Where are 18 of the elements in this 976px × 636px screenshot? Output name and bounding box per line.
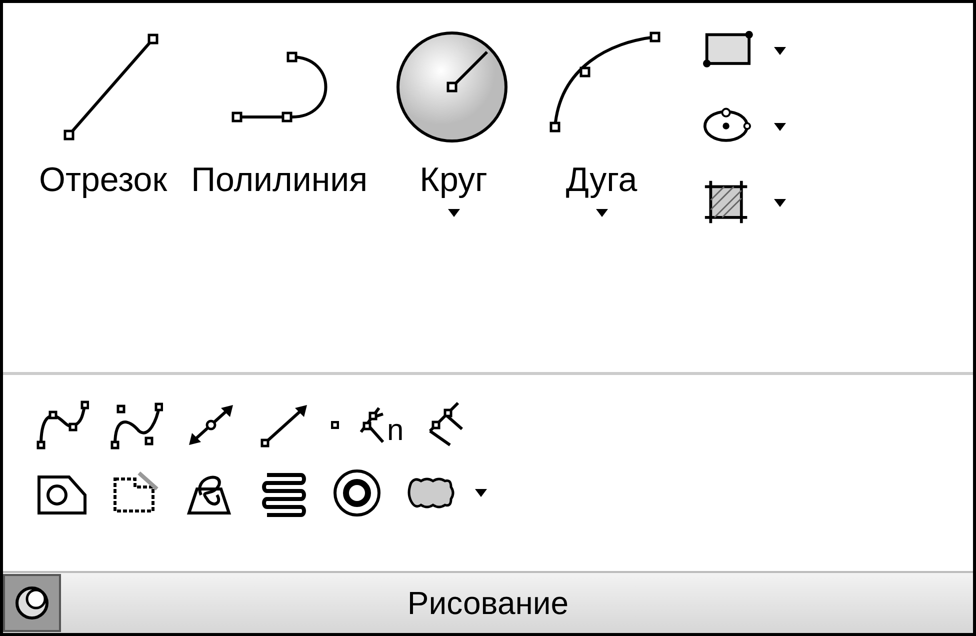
spline-icon: [35, 399, 89, 451]
panel-launcher-button[interactable]: [3, 574, 61, 632]
tool-button[interactable]: Круг: [388, 27, 520, 221]
caret-icon: [596, 209, 608, 217]
tool-button[interactable]: [35, 399, 89, 451]
panel-title: Рисование: [406, 584, 570, 623]
caret-icon: [774, 47, 786, 55]
caret-icon: [448, 209, 460, 217]
tool-button[interactable]: n: [359, 404, 404, 446]
caret-icon: [774, 123, 786, 131]
tool-button[interactable]: [331, 421, 339, 429]
caret-icon: [774, 199, 786, 207]
divide-icon: [359, 404, 387, 446]
tool-button[interactable]: Полилиния: [187, 27, 372, 221]
caret-icon: [475, 489, 487, 497]
point-icon: [331, 421, 339, 429]
tool-button[interactable]: Отрезок: [35, 27, 172, 221]
tool-button[interactable]: Дуга: [536, 27, 668, 221]
